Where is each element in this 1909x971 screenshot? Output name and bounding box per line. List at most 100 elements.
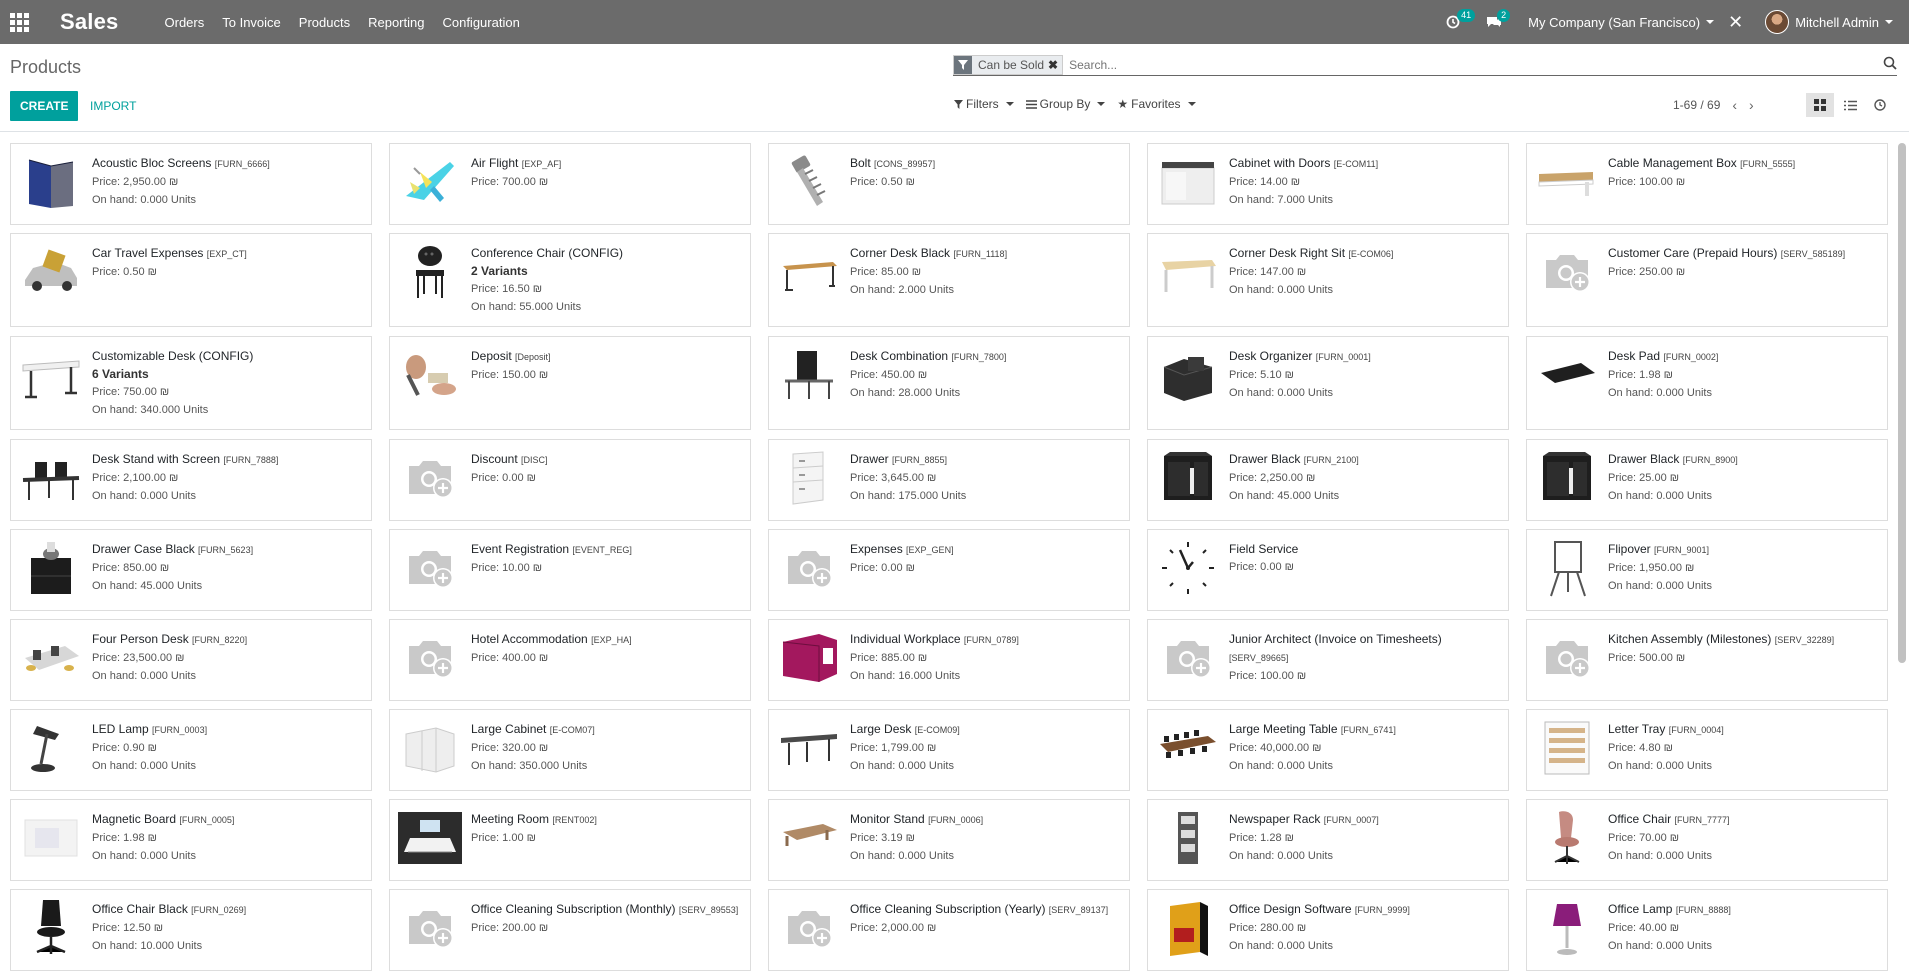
product-card[interactable]: Deposit [Deposit] Price: 150.00 ₪	[389, 336, 751, 430]
product-card[interactable]: Hotel Accommodation [EXP_HA] Price: 400.0…	[389, 619, 751, 701]
chevron-down-icon	[1706, 20, 1715, 24]
menu-orders[interactable]: Orders	[165, 15, 205, 30]
activities-button[interactable]: 41	[1446, 9, 1476, 29]
search-facet: Can be Sold ✖	[953, 54, 1064, 75]
product-card[interactable]: Office Lamp [FURN_8888] Price: 40.00 ₪ On …	[1526, 889, 1888, 971]
product-image	[1535, 896, 1599, 960]
product-name: Newspaper Rack	[1229, 812, 1321, 826]
menu-products[interactable]: Products	[299, 15, 350, 30]
product-card[interactable]: Office Cleaning Subscription (Monthly) […	[389, 889, 751, 971]
product-card[interactable]: Desk Stand with Screen [FURN_7888] Price:…	[10, 439, 372, 521]
create-button[interactable]: CREATE	[10, 91, 79, 121]
product-info: Cabinet with Doors [E-COM11] Price: 14.00…	[1229, 154, 1504, 209]
product-card[interactable]: Desk Pad [FURN_0002] Price: 1.98 ₪ On hand…	[1526, 336, 1888, 430]
product-card[interactable]: Drawer Black [FURN_2100] Price: 2,250.00 …	[1147, 439, 1509, 521]
product-card[interactable]: Desk Organizer [FURN_0001] Price: 5.10 ₪ O…	[1147, 336, 1509, 430]
import-button[interactable]: IMPORT	[90, 91, 136, 121]
product-card[interactable]: Desk Combination [FURN_7800] Price: 450.0…	[768, 336, 1130, 430]
product-info: Corner Desk Right Sit [E-COM06] Price: 14…	[1229, 244, 1504, 299]
product-code: [FURN_8220]	[192, 635, 248, 645]
product-card[interactable]: Large Cabinet [E-COM07] Price: 320.00 ₪ On…	[389, 709, 751, 791]
close-icon[interactable]: ✕	[1728, 12, 1743, 33]
menu-configuration[interactable]: Configuration	[442, 15, 519, 30]
filters-dropdown[interactable]: Filters	[954, 97, 1014, 111]
pager-value[interactable]: 1-69 / 69	[1673, 98, 1720, 112]
product-card[interactable]: Corner Desk Black [FURN_1118] Price: 85.0…	[768, 233, 1130, 327]
product-title: Expenses [EXP_GEN]	[850, 540, 1125, 559]
product-card[interactable]: Large Desk [E-COM09] Price: 1,799.00 ₪ On …	[768, 709, 1130, 791]
favorites-dropdown[interactable]: ★ Favorites	[1117, 97, 1196, 111]
product-card[interactable]: Air Flight [EXP_AF] Price: 700.00 ₪	[389, 143, 751, 225]
product-card[interactable]: Drawer Black [FURN_8900] Price: 25.00 ₪ On…	[1526, 439, 1888, 521]
activity-view-button[interactable]	[1866, 93, 1894, 117]
product-card[interactable]: Customizable Desk (CONFIG) 6 Variants Pric…	[10, 336, 372, 430]
chevron-left-icon[interactable]: ‹	[1732, 97, 1737, 113]
product-title: Large Meeting Table [FURN_6741]	[1229, 720, 1504, 739]
product-image	[19, 446, 83, 510]
product-title: Office Cleaning Subscription (Monthly) […	[471, 900, 746, 919]
product-on-hand: On hand: 0.000 Units	[92, 490, 196, 502]
scrollbar[interactable]	[1898, 143, 1906, 663]
product-title: Newspaper Rack [FURN_0007]	[1229, 810, 1504, 829]
app-switcher-button[interactable]	[0, 0, 38, 44]
product-card[interactable]: Bolt [CONS_89957] Price: 0.50 ₪	[768, 143, 1130, 225]
list-view-button[interactable]	[1836, 93, 1864, 117]
kanban-view-button[interactable]	[1806, 93, 1834, 117]
product-card[interactable]: Office Design Software [FURN_9999] Price:…	[1147, 889, 1509, 971]
product-code: [SERV_89665]	[1229, 653, 1289, 663]
product-card[interactable]: Cable Management Box [FURN_5555] Price: 1…	[1526, 143, 1888, 225]
user-menu[interactable]: Mitchell Admin	[1765, 10, 1893, 34]
product-card[interactable]: Corner Desk Right Sit [E-COM06] Price: 14…	[1147, 233, 1509, 327]
product-card[interactable]: Individual Workplace [FURN_0789] Price: 8…	[768, 619, 1130, 701]
product-name: Corner Desk Right Sit	[1229, 246, 1346, 260]
product-on-hand: On hand: 0.000 Units	[92, 850, 196, 862]
product-card[interactable]: Four Person Desk [FURN_8220] Price: 23,50…	[10, 619, 372, 701]
product-card[interactable]: Large Meeting Table [FURN_6741] Price: 40…	[1147, 709, 1509, 791]
product-card[interactable]: Drawer [FURN_8855] Price: 3,645.00 ₪ On ha…	[768, 439, 1130, 521]
search-input[interactable]	[1069, 57, 1897, 72]
product-name: Hotel Accommodation	[471, 632, 588, 646]
product-card[interactable]: Newspaper Rack [FURN_0007] Price: 1.28 ₪ O…	[1147, 799, 1509, 881]
product-card[interactable]: LED Lamp [FURN_0003] Price: 0.90 ₪ On hand…	[10, 709, 372, 791]
menu-to-invoice[interactable]: To Invoice	[222, 15, 281, 30]
chevron-right-icon[interactable]: ›	[1749, 97, 1754, 113]
product-title: Desk Organizer [FURN_0001]	[1229, 347, 1504, 366]
product-card[interactable]: Drawer Case Black [FURN_5623] Price: 850.…	[10, 529, 372, 611]
product-card[interactable]: Customer Care (Prepaid Hours) [SERV_5851…	[1526, 233, 1888, 327]
product-name: Customer Care (Prepaid Hours)	[1608, 246, 1778, 260]
product-on-hand: On hand: 0.000 Units	[1229, 760, 1333, 772]
product-card[interactable]: Meeting Room [RENT002] Price: 1.00 ₪	[389, 799, 751, 881]
product-card[interactable]: Cabinet with Doors [E-COM11] Price: 14.00…	[1147, 143, 1509, 225]
product-card[interactable]: Office Chair [FURN_7777] Price: 70.00 ₪ On…	[1526, 799, 1888, 881]
product-info: Drawer Black [FURN_2100] Price: 2,250.00 …	[1229, 450, 1504, 505]
product-card[interactable]: Monitor Stand [FURN_0006] Price: 3.19 ₪ On…	[768, 799, 1130, 881]
search-icon[interactable]	[1883, 56, 1897, 75]
product-card[interactable]: Office Chair Black [FURN_0269] Price: 12.…	[10, 889, 372, 971]
messages-button[interactable]: 2	[1486, 9, 1511, 29]
product-name: Letter Tray	[1608, 722, 1666, 736]
product-title: Desk Combination [FURN_7800]	[850, 347, 1125, 366]
product-card[interactable]: Flipover [FURN_9001] Price: 1,950.00 ₪ On …	[1526, 529, 1888, 611]
product-card[interactable]: Expenses [EXP_GEN] Price: 0.00 ₪	[768, 529, 1130, 611]
company-switcher[interactable]: My Company (San Francisco)	[1528, 15, 1715, 30]
product-card[interactable]: Event Registration [EVENT_REG] Price: 10.…	[389, 529, 751, 611]
product-card[interactable]: Acoustic Bloc Screens [FURN_6666] Price: …	[10, 143, 372, 225]
product-card[interactable]: Field Service Price: 0.00 ₪	[1147, 529, 1509, 611]
product-card[interactable]: Discount [DISC] Price: 0.00 ₪	[389, 439, 751, 521]
product-image	[777, 626, 841, 690]
product-info: Letter Tray [FURN_0004] Price: 4.80 ₪ On h…	[1608, 720, 1883, 775]
app-title[interactable]: Sales	[60, 9, 119, 35]
product-card[interactable]: Car Travel Expenses [EXP_CT] Price: 0.50 …	[10, 233, 372, 327]
product-card[interactable]: Magnetic Board [FURN_0005] Price: 1.98 ₪ O…	[10, 799, 372, 881]
product-name: Kitchen Assembly (Milestones)	[1608, 632, 1772, 646]
product-card[interactable]: Letter Tray [FURN_0004] Price: 4.80 ₪ On h…	[1526, 709, 1888, 791]
breadcrumb: Products	[10, 57, 82, 77]
product-name: Air Flight	[471, 156, 519, 170]
groupby-dropdown[interactable]: Group By	[1025, 97, 1106, 111]
product-card[interactable]: Kitchen Assembly (Milestones) [SERV_3228…	[1526, 619, 1888, 701]
facet-remove-icon[interactable]: ✖	[1048, 58, 1062, 72]
product-card[interactable]: Junior Architect (Invoice on Timesheets)…	[1147, 619, 1509, 701]
product-card[interactable]: Office Cleaning Subscription (Yearly) [S…	[768, 889, 1130, 971]
menu-reporting[interactable]: Reporting	[368, 15, 424, 30]
product-card[interactable]: Conference Chair (CONFIG) 2 Variants Price…	[389, 233, 751, 327]
